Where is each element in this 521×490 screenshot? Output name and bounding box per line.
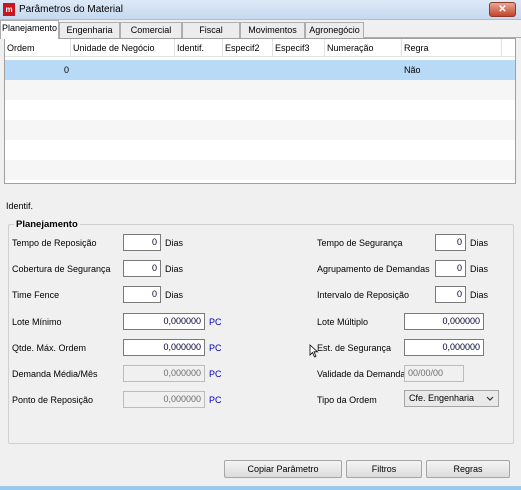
tab-planejamento[interactable]: Planejamento [0, 20, 59, 39]
tempo-reposicao-unit: Dias [165, 238, 184, 248]
close-button[interactable]: ✕ [489, 2, 516, 17]
ponto-reposicao-label: Ponto de Reposição [12, 395, 94, 405]
intervalo-reposicao-label: Intervalo de Reposição [317, 290, 410, 300]
tempo-reposicao-label: Tempo de Reposição [12, 238, 97, 248]
mouse-cursor-icon [309, 344, 319, 358]
cell-ordem: 0 [64, 65, 70, 75]
cobertura-seguranca-input[interactable]: 0 [123, 260, 161, 277]
cobertura-seguranca-label: Cobertura de Segurança [12, 264, 111, 274]
planejamento-title: Planejamento [14, 219, 80, 230]
column-header-numeracao[interactable]: Numeração [325, 39, 402, 57]
column-header-regra[interactable]: Regra [402, 39, 502, 57]
lote-minimo-input[interactable]: 0,000000 [123, 313, 205, 330]
time-fence-label: Time Fence [12, 290, 60, 300]
cobertura-seguranca-unit: Dias [165, 264, 184, 274]
regras-button[interactable]: Regras [426, 460, 510, 478]
intervalo-reposicao-unit: Dias [470, 290, 489, 300]
demanda-media-input: 0,000000 [123, 365, 205, 382]
lote-minimo-label: Lote Mínimo [12, 317, 62, 327]
tab-movimentos[interactable]: Movimentos [240, 22, 305, 38]
time-fence-unit: Dias [165, 290, 184, 300]
demanda-media-label: Demanda Média/Mês [12, 369, 98, 379]
app-icon: m [3, 3, 15, 16]
tab-fiscal[interactable]: Fiscal [182, 22, 240, 38]
qtde-max-ordem-label: Qtde. Máx. Ordem [12, 343, 87, 353]
tab-bar: Planejamento Engenharia Comercial Fiscal… [0, 20, 521, 39]
intervalo-reposicao-input[interactable]: 0 [435, 286, 466, 303]
copiar-parametro-button[interactable]: Copiar Parâmetro [224, 460, 342, 478]
tab-comercial[interactable]: Comercial [120, 22, 182, 38]
column-header-identif[interactable]: Identif. [175, 39, 223, 57]
tempo-seguranca-unit: Dias [470, 238, 489, 248]
window-bottom-edge [0, 486, 521, 490]
est-seguranca-label: Est. de Segurança [317, 343, 392, 353]
window-title: Parâmetros do Material [19, 4, 123, 15]
table-row[interactable] [5, 160, 515, 180]
table-row[interactable] [5, 120, 515, 140]
title-bar: m Parâmetros do Material ✕ [0, 0, 521, 20]
validade-demanda-input[interactable]: 00/00/00 [404, 365, 464, 382]
demanda-media-unit: PC [209, 369, 222, 379]
parameters-grid[interactable]: Ordem Unidade de Negócio Identif. Especi… [4, 38, 516, 184]
planejamento-group [8, 224, 514, 444]
lote-minimo-unit: PC [209, 317, 222, 327]
tempo-seguranca-label: Tempo de Segurança [317, 238, 403, 248]
tipo-ordem-select[interactable]: Cfe. Engenharia [404, 390, 499, 407]
table-row[interactable] [5, 100, 515, 120]
lote-multiplo-label: Lote Múltiplo [317, 317, 369, 327]
est-seguranca-input[interactable]: 0,000000 [404, 339, 484, 356]
agrupamento-demandas-unit: Dias [470, 264, 489, 274]
tipo-ordem-label: Tipo da Ordem [317, 395, 377, 405]
grid-header: Ordem Unidade de Negócio Identif. Especi… [5, 39, 515, 57]
tempo-reposicao-input[interactable]: 0 [123, 234, 161, 251]
ponto-reposicao-unit: PC [209, 395, 222, 405]
filtros-button[interactable]: Filtros [346, 460, 422, 478]
column-header-especif2[interactable]: Especif2 [223, 39, 273, 57]
agrupamento-demandas-input[interactable]: 0 [435, 260, 466, 277]
tempo-seguranca-input[interactable]: 0 [435, 234, 466, 251]
tab-engenharia[interactable]: Engenharia [59, 22, 120, 38]
qtde-max-ordem-unit: PC [209, 343, 222, 353]
column-header-especif3[interactable]: Especif3 [273, 39, 325, 57]
identif-label: Identif. [6, 201, 34, 211]
lote-multiplo-input[interactable]: 0,000000 [404, 313, 484, 330]
table-row[interactable] [5, 140, 515, 160]
ponto-reposicao-input: 0,000000 [123, 391, 205, 408]
agrupamento-demandas-label: Agrupamento de Demandas [317, 264, 430, 274]
tipo-ordem-value: Cfe. Engenharia [409, 393, 475, 403]
time-fence-input[interactable]: 0 [123, 286, 161, 303]
chevron-down-icon [486, 396, 494, 401]
column-header-unidade[interactable]: Unidade de Negócio [71, 39, 175, 57]
qtde-max-ordem-input[interactable]: 0,000000 [123, 339, 205, 356]
column-header-ordem[interactable]: Ordem [5, 39, 71, 57]
cell-regra: Não [404, 65, 421, 75]
table-row[interactable] [5, 80, 515, 100]
table-row[interactable]: 0 Não [5, 60, 515, 80]
validade-demanda-label: Validade da Demanda [317, 369, 406, 379]
tab-agronegocio[interactable]: Agronegócio [305, 22, 364, 38]
